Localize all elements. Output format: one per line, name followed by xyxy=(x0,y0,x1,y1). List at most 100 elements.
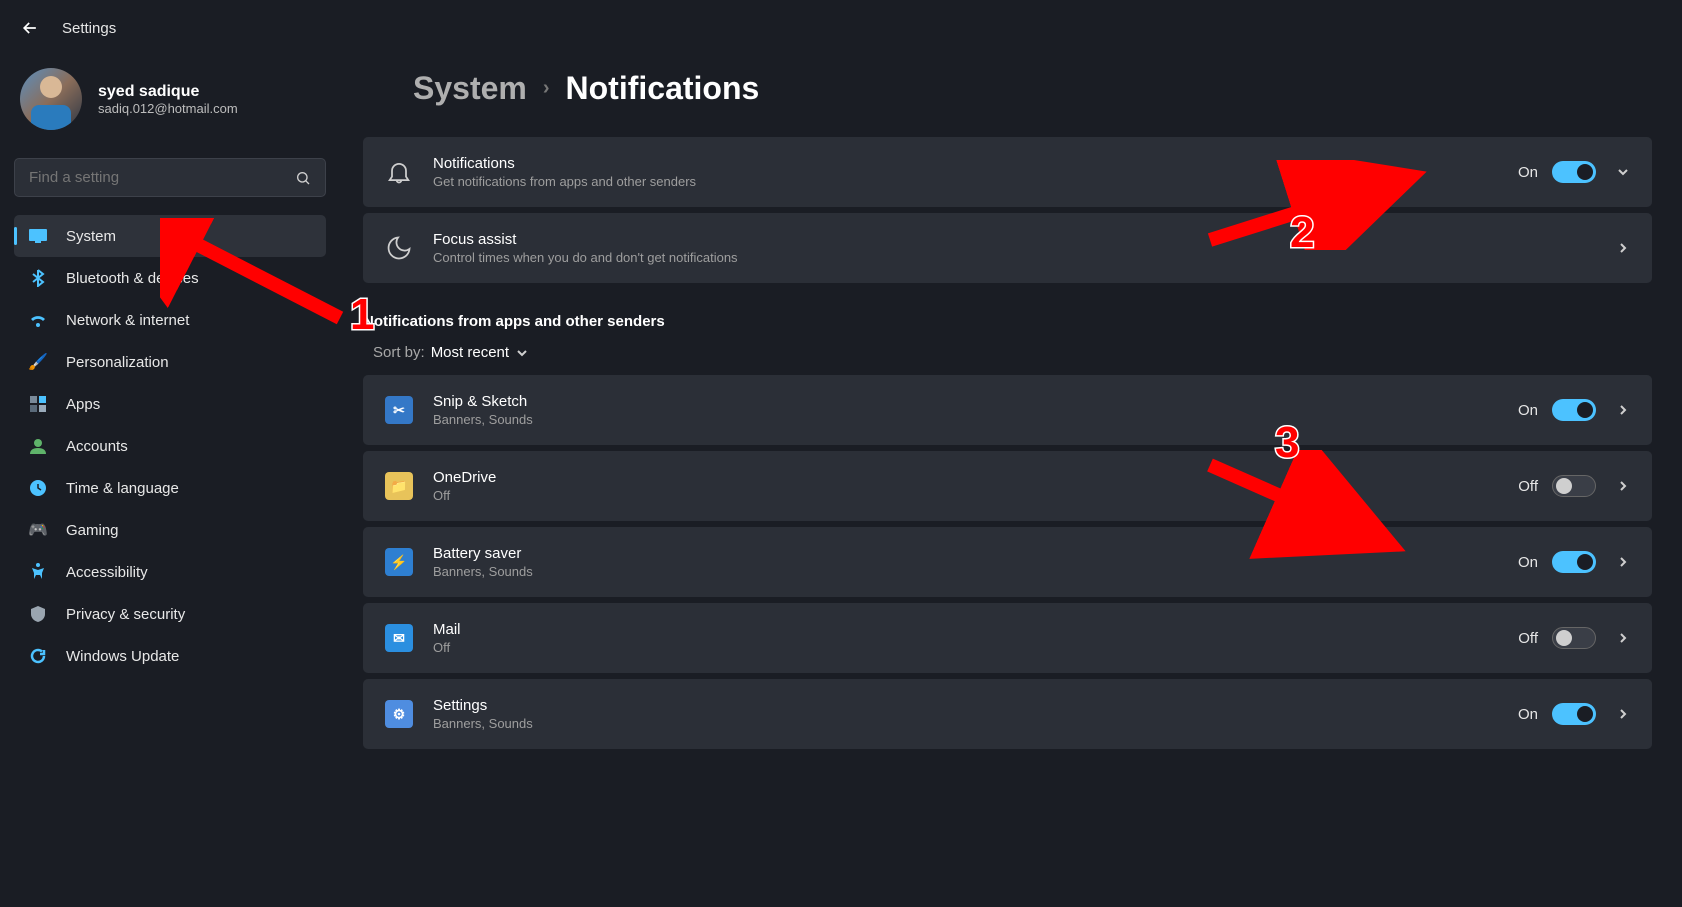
notifications-toggle[interactable] xyxy=(1552,161,1596,183)
app-toggle[interactable] xyxy=(1552,703,1596,725)
back-icon[interactable] xyxy=(20,18,40,38)
search-field[interactable] xyxy=(29,169,295,186)
system-icon xyxy=(28,226,48,246)
chevron-right-icon[interactable] xyxy=(1616,555,1630,569)
app-desc: Off xyxy=(433,640,1498,655)
bell-icon xyxy=(385,158,413,186)
app-desc: Banners, Sounds xyxy=(433,564,1498,579)
notifications-card[interactable]: Notifications Get notifications from app… xyxy=(363,137,1652,207)
app-name: Battery saver xyxy=(433,545,1498,562)
app-name: Snip & Sketch xyxy=(433,393,1498,410)
chevron-right-icon[interactable] xyxy=(1616,707,1630,721)
app-row[interactable]: ✂ Snip & Sketch Banners, Sounds On xyxy=(363,375,1652,445)
shield-icon xyxy=(28,604,48,624)
sidebar-item-label: Time & language xyxy=(66,480,179,497)
apps-icon xyxy=(28,394,48,414)
sidebar-item-network[interactable]: Network & internet xyxy=(14,299,326,341)
sidebar-item-label: Personalization xyxy=(66,354,169,371)
setting-title: Focus assist xyxy=(433,231,1596,248)
sidebar-item-gaming[interactable]: 🎮 Gaming xyxy=(14,509,326,551)
section-title: Notifications from apps and other sender… xyxy=(363,313,1652,330)
breadcrumb-parent[interactable]: System xyxy=(413,70,527,107)
app-row[interactable]: ✉ Mail Off Off xyxy=(363,603,1652,673)
app-name: Mail xyxy=(433,621,1498,638)
sidebar-item-system[interactable]: System xyxy=(14,215,326,257)
setting-title: Notifications xyxy=(433,155,1498,172)
moon-icon xyxy=(385,234,413,262)
chevron-right-icon: › xyxy=(543,77,550,100)
bluetooth-icon xyxy=(28,268,48,288)
toggle-label: On xyxy=(1518,706,1538,723)
toggle-label: On xyxy=(1518,554,1538,571)
sidebar-item-accounts[interactable]: Accounts xyxy=(14,425,326,467)
app-desc: Off xyxy=(433,488,1498,503)
sidebar-item-label: Network & internet xyxy=(66,312,189,329)
chevron-right-icon[interactable] xyxy=(1616,241,1630,255)
brush-icon: 🖌️ xyxy=(28,352,48,372)
sort-value: Most recent xyxy=(431,344,509,361)
sidebar-item-privacy[interactable]: Privacy & security xyxy=(14,593,326,635)
app-toggle[interactable] xyxy=(1552,551,1596,573)
focus-assist-card[interactable]: Focus assist Control times when you do a… xyxy=(363,213,1652,283)
sidebar-item-personalization[interactable]: 🖌️ Personalization xyxy=(14,341,326,383)
search-icon xyxy=(295,170,311,186)
sidebar-item-label: Accounts xyxy=(66,438,128,455)
chevron-right-icon[interactable] xyxy=(1616,403,1630,417)
search-input[interactable] xyxy=(14,158,326,197)
sidebar-item-label: System xyxy=(66,228,116,245)
sidebar-item-apps[interactable]: Apps xyxy=(14,383,326,425)
toggle-label: Off xyxy=(1518,630,1538,647)
app-name: OneDrive xyxy=(433,469,1498,486)
gaming-icon: 🎮 xyxy=(28,520,48,540)
sort-by-dropdown[interactable]: Sort by: Most recent xyxy=(373,344,1652,361)
sidebar-item-label: Bluetooth & devices xyxy=(66,270,199,287)
toggle-label: On xyxy=(1518,402,1538,419)
main-content: System › Notifications Notifications Get… xyxy=(363,70,1652,907)
app-icon: ⚡ xyxy=(385,548,413,576)
app-name: Settings xyxy=(433,697,1498,714)
app-icon: 📁 xyxy=(385,472,413,500)
app-icon: ⚙ xyxy=(385,700,413,728)
chevron-right-icon[interactable] xyxy=(1616,631,1630,645)
app-row[interactable]: ⚙ Settings Banners, Sounds On xyxy=(363,679,1652,749)
sidebar-item-accessibility[interactable]: Accessibility xyxy=(14,551,326,593)
sidebar-item-label: Gaming xyxy=(66,522,119,539)
app-desc: Banners, Sounds xyxy=(433,716,1498,731)
sidebar-item-time[interactable]: Time & language xyxy=(14,467,326,509)
toggle-label: Off xyxy=(1518,478,1538,495)
app-title: Settings xyxy=(62,20,116,37)
accessibility-icon xyxy=(28,562,48,582)
app-desc: Banners, Sounds xyxy=(433,412,1498,427)
sidebar-item-label: Privacy & security xyxy=(66,606,185,623)
chevron-down-icon[interactable] xyxy=(1616,165,1630,179)
app-toggle[interactable] xyxy=(1552,627,1596,649)
update-icon xyxy=(28,646,48,666)
setting-desc: Control times when you do and don't get … xyxy=(433,250,1596,265)
profile-email: sadiq.012@hotmail.com xyxy=(98,101,238,116)
toggle-label: On xyxy=(1518,164,1538,181)
chevron-down-icon xyxy=(515,346,529,360)
app-row[interactable]: ⚡ Battery saver Banners, Sounds On xyxy=(363,527,1652,597)
app-icon: ✉ xyxy=(385,624,413,652)
sidebar-item-update[interactable]: Windows Update xyxy=(14,635,326,677)
chevron-right-icon[interactable] xyxy=(1616,479,1630,493)
wifi-icon xyxy=(28,310,48,330)
setting-desc: Get notifications from apps and other se… xyxy=(433,174,1498,189)
app-toggle[interactable] xyxy=(1552,475,1596,497)
avatar xyxy=(20,68,82,130)
profile-name: syed sadique xyxy=(98,83,238,101)
sidebar-item-bluetooth[interactable]: Bluetooth & devices xyxy=(14,257,326,299)
page-title: Notifications xyxy=(566,70,760,107)
clock-icon xyxy=(28,478,48,498)
sidebar-item-label: Accessibility xyxy=(66,564,148,581)
sidebar-item-label: Apps xyxy=(66,396,100,413)
app-row[interactable]: 📁 OneDrive Off Off xyxy=(363,451,1652,521)
breadcrumb: System › Notifications xyxy=(413,70,1652,107)
app-toggle[interactable] xyxy=(1552,399,1596,421)
profile[interactable]: syed sadique sadiq.012@hotmail.com xyxy=(14,60,326,148)
sidebar: syed sadique sadiq.012@hotmail.com Syste… xyxy=(0,60,340,677)
sidebar-item-label: Windows Update xyxy=(66,648,179,665)
accounts-icon xyxy=(28,436,48,456)
sort-label: Sort by: xyxy=(373,344,425,361)
app-icon: ✂ xyxy=(385,396,413,424)
